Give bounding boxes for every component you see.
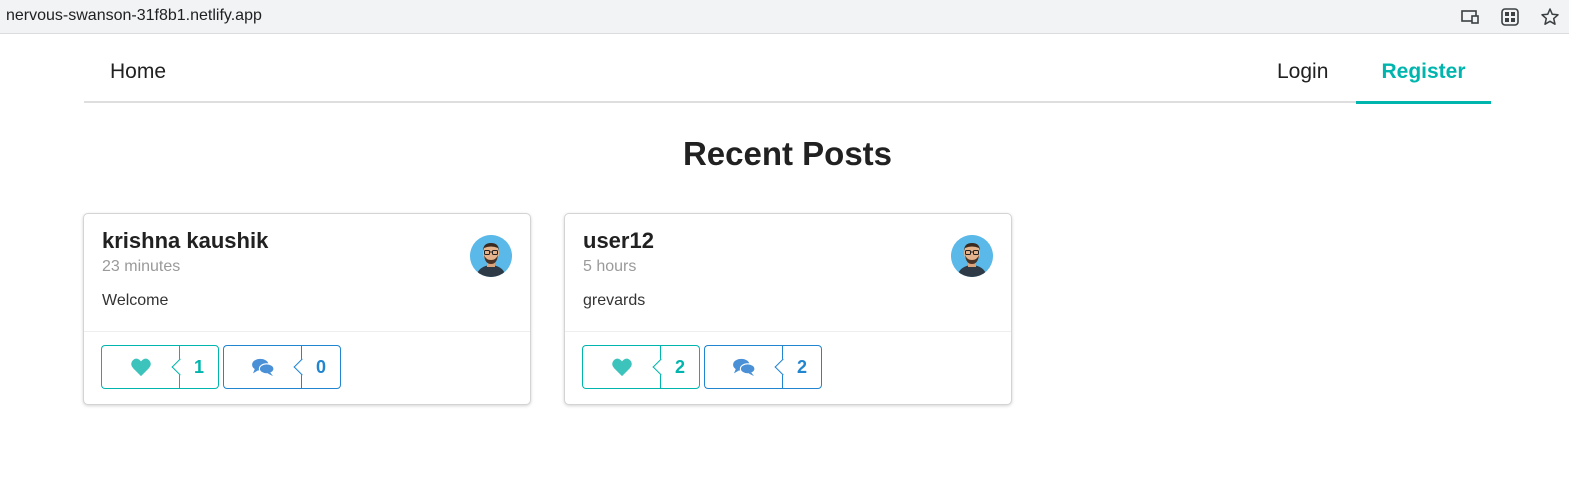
nav-home-link[interactable]: Home [89, 41, 187, 103]
nav-register-link[interactable]: Register [1356, 41, 1491, 104]
url-text[interactable]: nervous-swanson-31f8b1.netlify.app [6, 7, 262, 25]
heart-icon [611, 358, 632, 377]
post-username[interactable]: krishna kaushik [102, 228, 268, 254]
qr-code-icon[interactable] [1500, 7, 1520, 27]
post-card: krishna kaushik 23 minutes Welcome 1 0 [83, 213, 531, 405]
comment-button-group[interactable]: 0 [223, 345, 341, 389]
avatar [951, 235, 993, 277]
cast-icon[interactable] [1460, 7, 1480, 27]
comments-icon [251, 358, 274, 377]
like-button[interactable] [582, 345, 660, 389]
comment-count: 0 [301, 345, 341, 389]
post-card: user12 5 hours grevards 2 2 [564, 213, 1012, 405]
like-button-group[interactable]: 2 [582, 345, 700, 389]
comment-button-group[interactable]: 2 [704, 345, 822, 389]
post-time[interactable]: 23 minutes [102, 258, 180, 276]
nav-login-link[interactable]: Login [1256, 41, 1349, 103]
comment-button[interactable] [704, 345, 782, 389]
like-button[interactable] [101, 345, 179, 389]
comment-button[interactable] [223, 345, 301, 389]
bookmark-star-icon[interactable] [1540, 7, 1560, 27]
avatar [470, 235, 512, 277]
comment-count: 2 [782, 345, 822, 389]
heart-icon [130, 358, 151, 377]
post-body: Welcome [102, 292, 169, 309]
like-count: 1 [179, 345, 219, 389]
comments-icon [732, 358, 755, 377]
post-time[interactable]: 5 hours [583, 258, 636, 276]
like-button-group[interactable]: 1 [101, 345, 219, 389]
like-count: 2 [660, 345, 700, 389]
post-body: grevards [583, 292, 646, 309]
top-nav-menu: Home Login Register [84, 41, 1491, 104]
browser-address-bar[interactable]: nervous-swanson-31f8b1.netlify.app [0, 0, 1569, 34]
post-username[interactable]: user12 [583, 228, 654, 254]
page-title: Recent Posts [682, 135, 893, 172]
card-divider [84, 331, 530, 332]
card-divider [565, 331, 1011, 332]
